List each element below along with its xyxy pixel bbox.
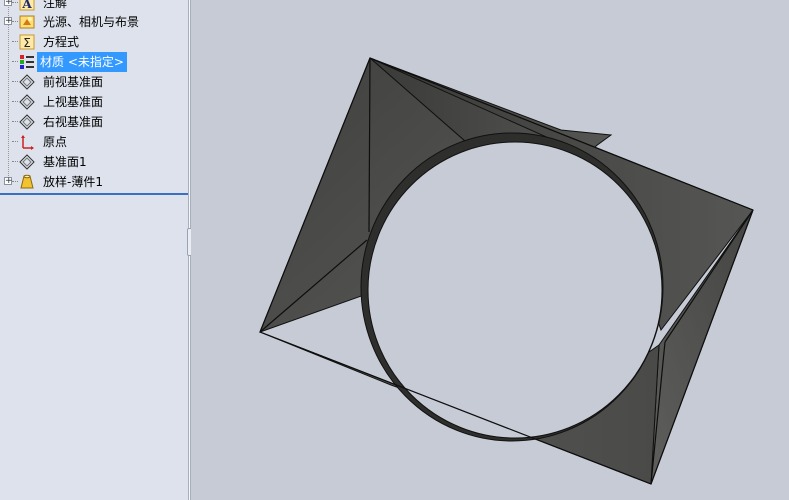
tree-item-lights-cameras-scene[interactable]: + 光源、相机与布景 [0,12,188,32]
tree-branch [12,181,18,182]
tree-branch [12,41,18,42]
tree-item-label: 前视基准面 [43,75,104,89]
tree-item-label: 基准面1 [43,155,87,169]
graphics-area[interactable] [191,0,789,500]
plane-icon [19,74,35,90]
tree-item-material[interactable]: 材质 <未指定> [0,52,188,72]
tree-item-right-plane[interactable]: 右视基准面 [0,112,188,132]
svg-text:Σ: Σ [23,36,31,50]
tree-branch [12,141,18,142]
tree-branch [12,21,18,22]
expand-icon[interactable]: + [4,177,13,186]
svg-text:A: A [21,0,32,11]
tree-item-label: 放样-薄件1 [43,175,103,189]
tree-end-divider [0,193,188,195]
model-view [259,57,754,485]
tree-branch [12,2,18,3]
tree-item-origin[interactable]: 原点 [0,132,188,152]
plane-icon [19,154,35,170]
tree-item-equations[interactable]: Σ 方程式 [0,32,188,52]
loft-opening-hole [367,141,663,439]
solidworks-window: + A 注解 + 光源、相机与布景 Σ 方程式 材质 <未指定> 前视基准面 上… [0,0,789,500]
loft-thin-feature-icon [19,174,35,190]
tree-item-label: 右视基准面 [43,115,104,129]
plane-icon [19,94,35,110]
tree-item-label: 材质 <未指定> [37,52,127,72]
tree-branch [12,121,18,122]
expand-icon[interactable]: + [4,17,13,26]
tree-branch [12,161,18,162]
tree-branch [12,81,18,82]
annotation-icon: A [19,0,35,11]
tree-branch [12,61,18,62]
plane-icon [19,114,35,130]
feature-manager-tree: + A 注解 + 光源、相机与布景 Σ 方程式 材质 <未指定> 前视基准面 上… [0,0,188,500]
expand-icon[interactable]: + [4,0,13,7]
origin-icon [19,134,35,150]
tree-branch [12,101,18,102]
tree-item-label: 光源、相机与布景 [43,15,140,29]
tree-item-plane1[interactable]: 基准面1 [0,152,188,172]
tree-item-top-plane[interactable]: 上视基准面 [0,92,188,112]
equations-icon: Σ [19,34,35,50]
tree-item-label: 方程式 [43,35,80,49]
lights-cameras-icon [19,14,35,30]
material-icon [19,54,35,70]
tree-item-label: 原点 [43,135,68,149]
tree-item-front-plane[interactable]: 前视基准面 [0,72,188,92]
tree-item-loft-thin1[interactable]: + 放样-薄件1 [0,172,188,192]
tree-item-label: 上视基准面 [43,95,104,109]
